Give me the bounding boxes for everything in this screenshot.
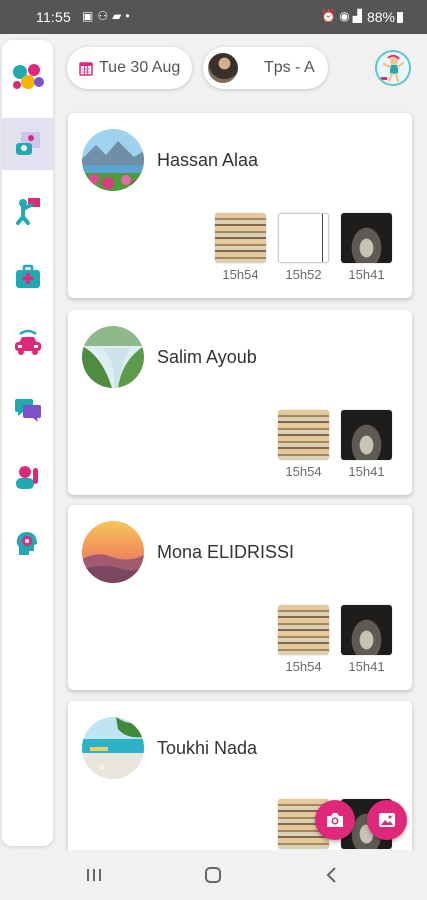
battery-icon: [397, 12, 403, 23]
photo-thumbnail[interactable]: 15h54: [215, 213, 266, 282]
sidebar-item-development[interactable]: [2, 518, 53, 570]
photo-thumbnail[interactable]: 15h41: [341, 605, 392, 674]
recent-apps-icon: [87, 869, 101, 881]
student-card[interactable]: Hassan Alaa 15h54 15h52 15h41: [68, 113, 412, 298]
photo-strip: 15h54 15h41: [278, 410, 392, 479]
brain-head-icon: [16, 532, 37, 555]
student-name: Salim Ayoub: [157, 347, 257, 367]
message-notification-icon: ▰: [112, 9, 126, 23]
profile-avatar[interactable]: [375, 50, 411, 86]
photo-image: [341, 410, 392, 460]
student-name: Toukhi Nada: [157, 738, 258, 758]
image-notification-icon: ▣: [82, 9, 98, 23]
system-navigation-bar: [0, 850, 427, 900]
date-selector[interactable]: Tue 30 Aug: [67, 47, 192, 89]
photo-time: 15h54: [222, 267, 259, 282]
calendar-icon: [79, 61, 93, 76]
photo-image: [341, 605, 392, 655]
photo-image: [278, 213, 329, 263]
system-icons: ⏰◉▟: [321, 9, 365, 23]
photo-time: 15h41: [348, 464, 385, 479]
back-icon: [326, 867, 336, 883]
photo-time: 15h54: [285, 464, 322, 479]
signal-icon: ▟: [352, 9, 365, 23]
photo-thumbnail[interactable]: 15h41: [341, 410, 392, 479]
student-avatar: [82, 717, 144, 779]
student-avatar: [82, 129, 144, 191]
photo-image: [278, 410, 329, 460]
sidebar-item-activities[interactable]: [2, 184, 53, 236]
dot-icon: •: [125, 9, 134, 23]
sidebar-item-presence[interactable]: [2, 118, 53, 170]
battery-percent: 88%: [366, 9, 395, 25]
photo-thumbnail[interactable]: 15h52: [278, 213, 329, 282]
student-avatar: [82, 521, 144, 583]
photo-thumbnail[interactable]: 15h41: [341, 213, 392, 282]
student-avatar: [82, 326, 144, 388]
home-button[interactable]: [200, 862, 226, 888]
sidebar-item-messages[interactable]: [2, 384, 53, 436]
sidebar-item-behavior[interactable]: [2, 451, 53, 503]
class-selector[interactable]: Tps - A: [203, 47, 328, 89]
camera-button[interactable]: [315, 800, 355, 840]
app-logo[interactable]: [8, 60, 48, 94]
home-icon: [205, 867, 221, 883]
gallery-button[interactable]: [367, 800, 407, 840]
photo-strip: 15h54 15h52 15h41: [215, 213, 392, 282]
class-label: Tps - A: [264, 59, 315, 76]
status-time: 11:55: [36, 9, 71, 25]
wifi-icon: ◉: [339, 9, 353, 23]
gallery-icon: [379, 813, 395, 827]
sidebar-item-health[interactable]: [2, 251, 53, 303]
chat-bubbles-icon: [14, 399, 41, 422]
student-name: Hassan Alaa: [157, 150, 259, 170]
photo-time: 15h52: [285, 267, 322, 282]
sidebar-item-transport[interactable]: [2, 318, 53, 370]
photo-thumbnail[interactable]: 15h54: [278, 410, 329, 479]
sidebar: [2, 40, 53, 846]
photo-image: [341, 213, 392, 263]
raised-hand-icon: [15, 466, 38, 489]
notification-icons: ▣⚇▰•: [82, 9, 134, 23]
status-bar: 11:55 ▣⚇▰• ⏰◉▟ 88%: [0, 0, 427, 34]
student-name: Mona ELIDRISSI: [157, 542, 295, 562]
student-card[interactable]: Mona ELIDRISSI 15h54 15h41: [68, 505, 412, 690]
class-thumbnail: [208, 53, 238, 83]
photo-image: [278, 605, 329, 655]
photo-strip: 15h54 15h41: [278, 605, 392, 674]
photo-time: 15h54: [285, 659, 322, 674]
students-board-icon: [15, 132, 40, 155]
student-card[interactable]: Salim Ayoub 15h54 15h41: [68, 310, 412, 495]
photo-time: 15h41: [348, 659, 385, 674]
camera-icon: [327, 813, 343, 827]
photo-thumbnail[interactable]: 15h54: [278, 605, 329, 674]
photo-time: 15h41: [348, 267, 385, 282]
photo-image: [215, 213, 266, 263]
alarm-icon: ⏰: [321, 9, 340, 23]
recent-apps-button[interactable]: [82, 862, 106, 888]
person-notification-icon: ⚇: [97, 9, 113, 23]
date-label: Tue 30 Aug: [99, 59, 181, 76]
back-button[interactable]: [320, 862, 344, 888]
student-card[interactable]: Toukhi Nada: [68, 701, 412, 861]
teacher-board-icon: [15, 198, 40, 225]
battery-indicator: 88%: [367, 9, 403, 25]
car-icon: [14, 329, 41, 355]
medical-bag-icon: [15, 264, 40, 288]
